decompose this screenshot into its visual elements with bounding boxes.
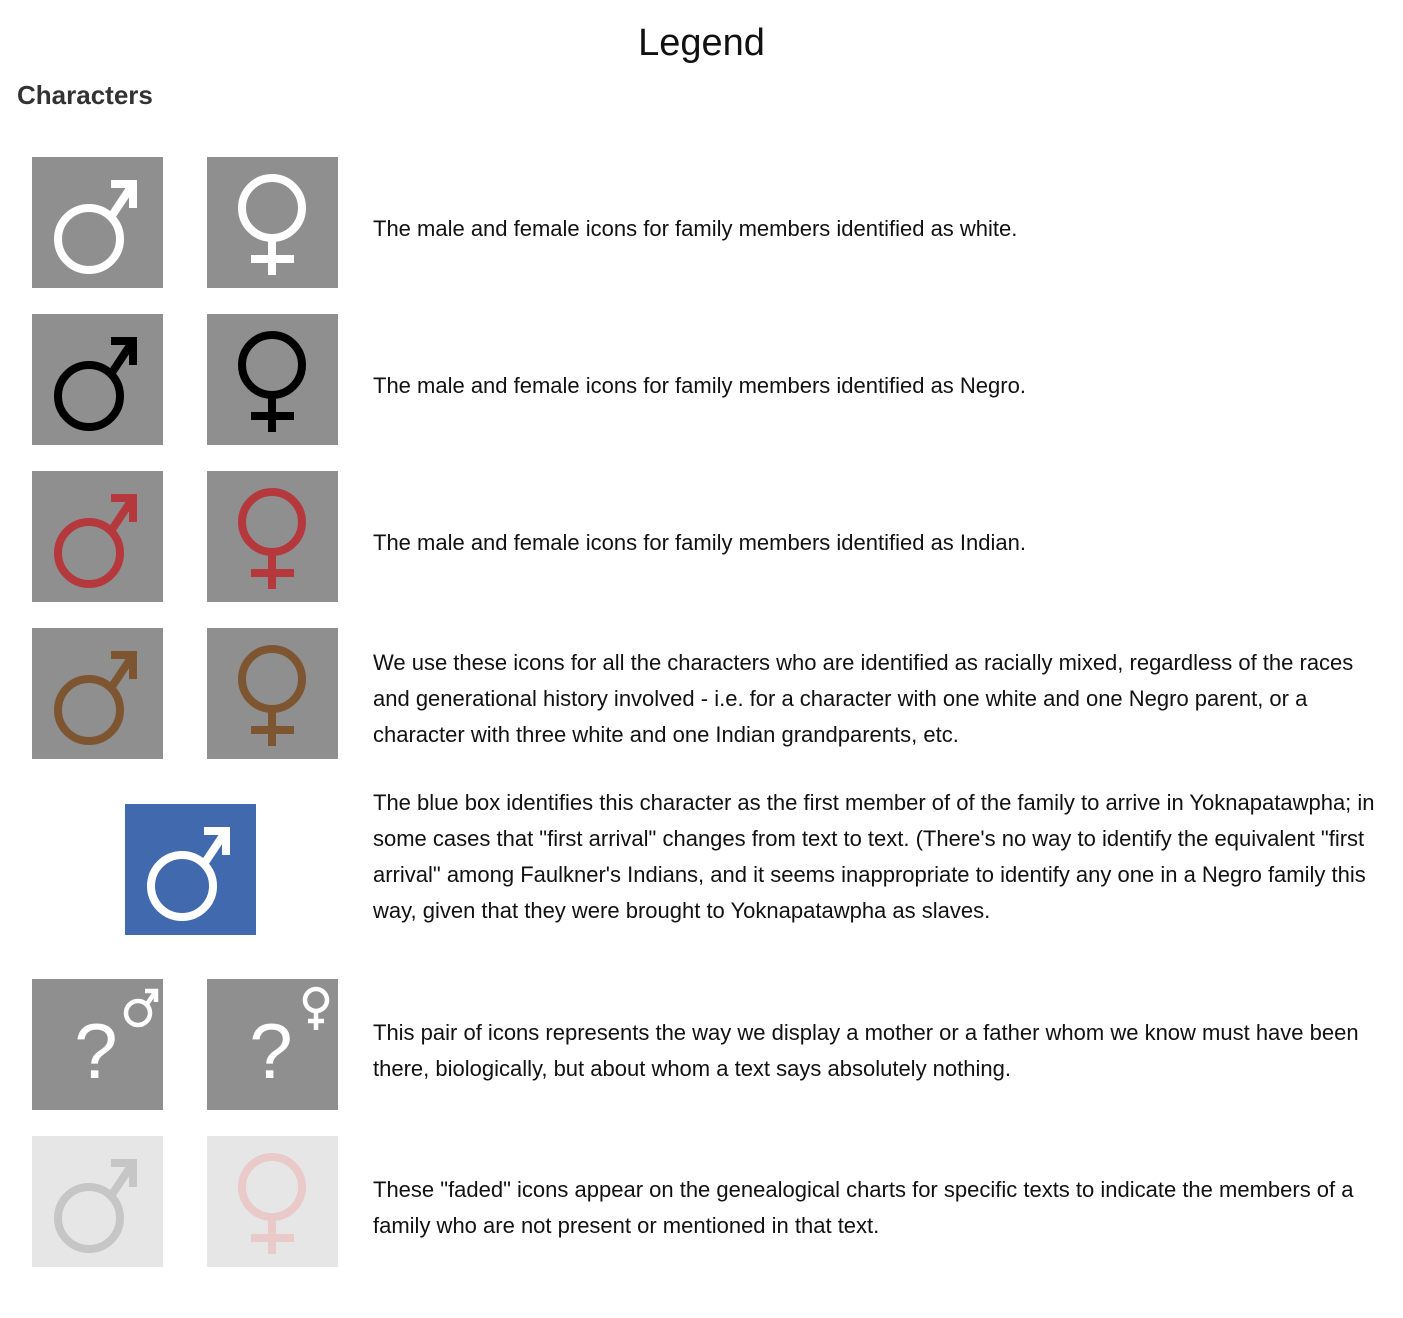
legend-description: These "faded" icons appear on the geneal… bbox=[373, 1177, 1354, 1238]
legend-description: We use these icons for all the character… bbox=[373, 650, 1354, 747]
legend-description: The male and female icons for family mem… bbox=[373, 373, 1026, 398]
legend-description: The male and female icons for family mem… bbox=[373, 216, 1018, 241]
female-black-icon bbox=[207, 314, 338, 445]
female-red-icon bbox=[207, 471, 338, 602]
female-white-icon bbox=[207, 157, 338, 288]
male-faded-icon bbox=[32, 1136, 163, 1267]
legend-description: The blue box identifies this character a… bbox=[373, 790, 1375, 923]
male-red-icon bbox=[32, 471, 163, 602]
legend-description: This pair of icons represents the way we… bbox=[373, 1020, 1359, 1081]
female-brown-icon bbox=[207, 628, 338, 759]
page-title: Legend bbox=[638, 22, 765, 64]
unknown-mother-icon: ? bbox=[207, 979, 338, 1110]
male-brown-icon bbox=[32, 628, 163, 759]
legend-description: The male and female icons for family mem… bbox=[373, 530, 1026, 555]
male-white-icon bbox=[32, 157, 163, 288]
female-faded-icon bbox=[207, 1136, 338, 1267]
question-mark: ? bbox=[74, 1007, 117, 1095]
unknown-father-icon: ? bbox=[32, 979, 163, 1110]
question-mark: ? bbox=[249, 1007, 292, 1095]
section-heading-characters: Characters bbox=[17, 80, 153, 110]
male-black-icon bbox=[32, 314, 163, 445]
male-first-arrival-icon bbox=[125, 804, 256, 935]
